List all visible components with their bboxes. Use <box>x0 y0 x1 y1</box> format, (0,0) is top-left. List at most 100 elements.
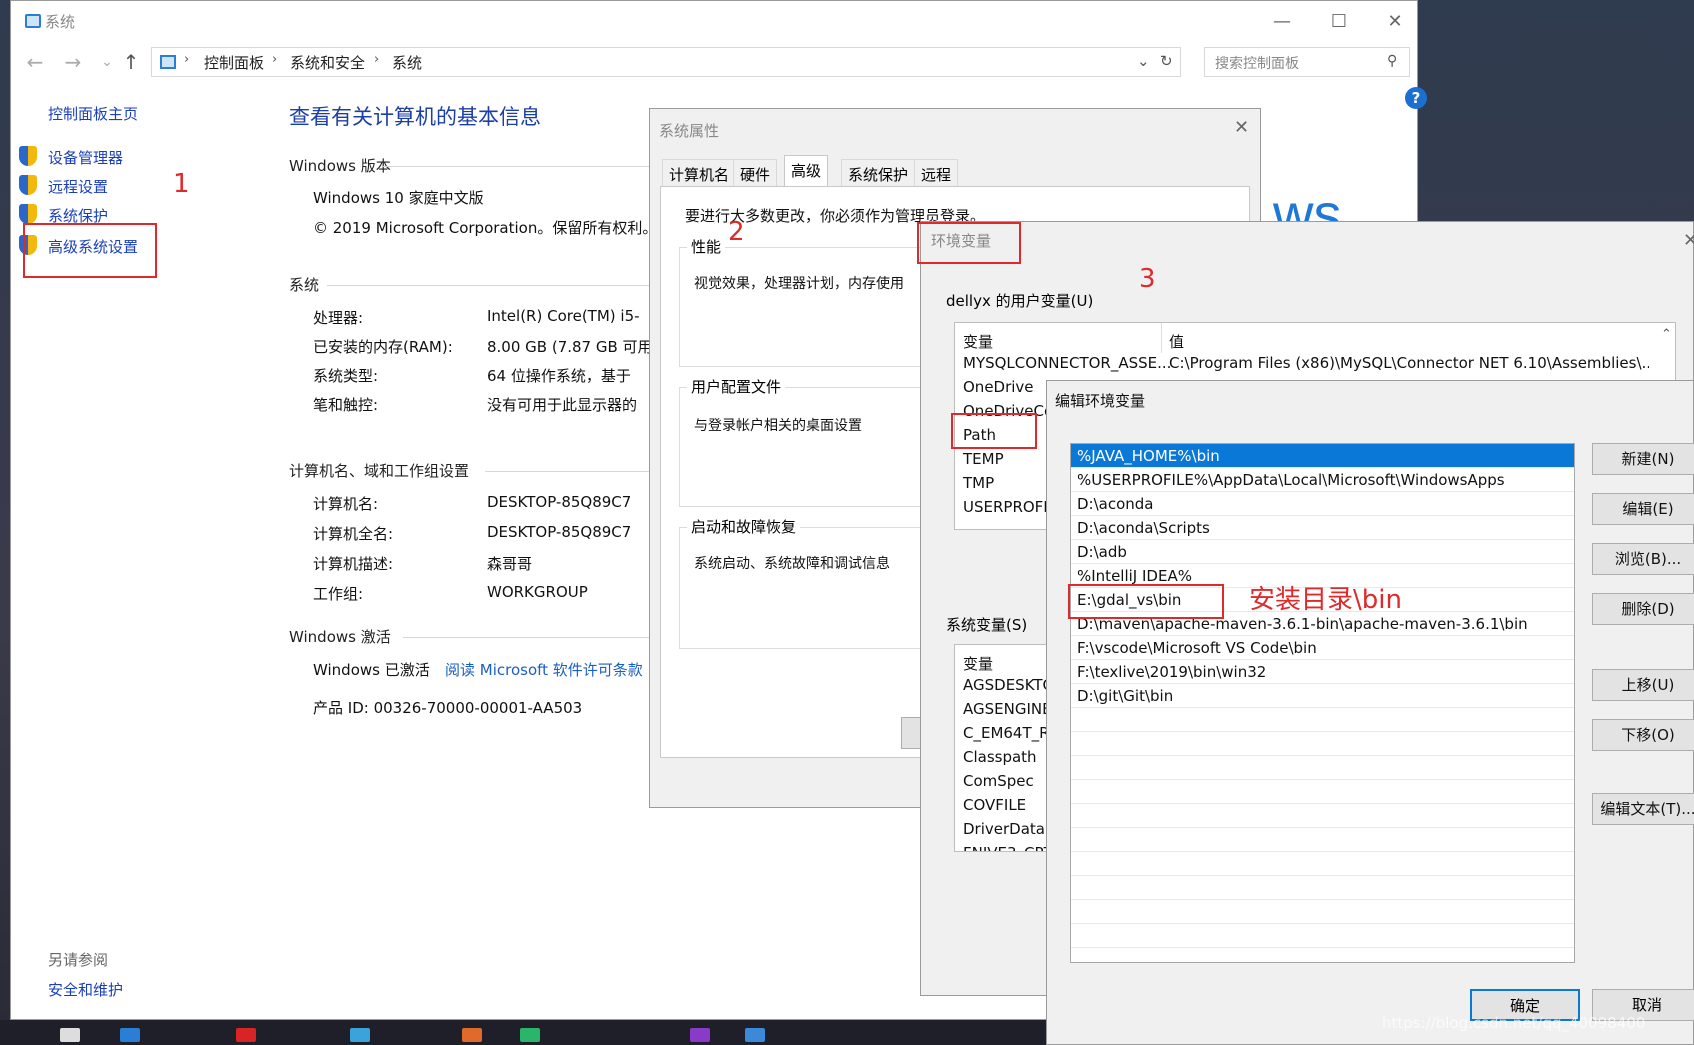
close-button[interactable]: ✕ <box>1367 7 1423 37</box>
delete-button[interactable]: 删除(D) <box>1592 593 1694 625</box>
address-bar[interactable]: › 控制面板 › 系统和安全 › 系统 ⌄ ↻ <box>151 47 1181 77</box>
taskbar-icon[interactable] <box>350 1028 370 1042</box>
search-placeholder: 搜索控制面板 <box>1215 56 1299 72</box>
empty-row[interactable] <box>1071 900 1574 924</box>
close-icon[interactable]: ✕ <box>1683 230 1694 251</box>
control-panel-icon <box>160 55 176 69</box>
scroll-up-icon[interactable]: ⌃ <box>1661 327 1672 342</box>
startup-recovery-text: 系统启动、系统故障和调试信息 <box>694 556 890 572</box>
processor-label: 处理器: <box>313 309 364 327</box>
window-title: 系统 <box>45 13 76 31</box>
chevron-right-icon: › <box>272 52 278 67</box>
list-item[interactable]: Classpath <box>963 748 1037 766</box>
list-item[interactable]: USERPROFIL <box>963 498 1056 516</box>
copyright-text: © 2019 Microsoft Corporation。保留所有权利。 <box>313 219 658 237</box>
back-arrow-icon[interactable]: ← <box>21 49 49 77</box>
maximize-button[interactable]: ☐ <box>1311 7 1367 37</box>
new-button[interactable]: 新建(N) <box>1592 443 1694 475</box>
refresh-icon[interactable]: ↻ <box>1160 52 1173 70</box>
list-item[interactable]: MYSQLCONNECTOR_ASSE... <box>963 354 1171 372</box>
taskbar-icon[interactable] <box>462 1028 482 1042</box>
search-icon: ⚲ <box>1387 53 1398 69</box>
tab-computer-name[interactable]: 计算机名 <box>662 159 737 187</box>
edit-button[interactable]: 编辑(E) <box>1592 493 1694 525</box>
breadcrumb-system[interactable]: 系统 <box>392 52 422 73</box>
column-header-variable[interactable]: 变量 <box>963 331 993 352</box>
tab-system-protection[interactable]: 系统保护 <box>841 159 916 187</box>
security-maintenance-link[interactable]: 安全和维护 <box>48 979 123 1000</box>
list-item[interactable]: F:\texlive\2019\bin\win32 <box>1071 660 1574 684</box>
divider <box>383 166 655 167</box>
system-type-label: 系统类型: <box>313 367 379 385</box>
description-label: 计算机描述: <box>313 555 394 573</box>
ram-label: 已安装的内存(RAM): <box>313 338 453 356</box>
edit-text-button[interactable]: 编辑文本(T)... <box>1592 793 1694 825</box>
empty-row[interactable] <box>1071 708 1574 732</box>
list-item[interactable]: DriverData <box>963 820 1045 838</box>
list-item[interactable]: COVFILE <box>963 796 1026 814</box>
annotation-box <box>23 223 157 278</box>
search-input[interactable]: 搜索控制面板 ⚲ <box>1204 47 1410 77</box>
taskbar-icon[interactable] <box>236 1028 256 1042</box>
see-also-heading: 另请参阅 <box>48 951 109 969</box>
taskbar-icon[interactable] <box>690 1028 710 1042</box>
help-icon[interactable]: ? <box>1405 87 1427 109</box>
move-up-button[interactable]: 上移(U) <box>1592 669 1694 701</box>
tab-remote[interactable]: 远程 <box>914 159 959 187</box>
user-vars-heading: dellyx 的用户变量(U) <box>946 292 1094 310</box>
list-item[interactable]: TEMP <box>963 450 1004 468</box>
list-item-value[interactable]: C:\Program Files (x86)\MySQL\Connector N… <box>1169 354 1649 372</box>
path-list[interactable]: %JAVA_HOME%\bin %USERPROFILE%\AppData\Lo… <box>1070 443 1575 963</box>
empty-row[interactable] <box>1071 804 1574 828</box>
taskbar-icon[interactable] <box>745 1028 765 1042</box>
list-item[interactable]: TMP <box>963 474 994 492</box>
breadcrumb-control-panel[interactable]: 控制面板 <box>204 52 264 73</box>
performance-text: 视觉效果，处理器计划，内存使用 <box>694 276 904 292</box>
list-item[interactable]: D:\git\Git\bin <box>1071 684 1574 708</box>
empty-row[interactable] <box>1071 756 1574 780</box>
list-item[interactable]: F:\vscode\Microsoft VS Code\bin <box>1071 636 1574 660</box>
up-arrow-icon[interactable]: ↑ <box>117 49 145 77</box>
move-down-button[interactable]: 下移(O) <box>1592 719 1694 751</box>
list-item[interactable]: AGSDESKTO <box>963 676 1054 694</box>
list-item[interactable]: D:\adb <box>1071 540 1574 564</box>
list-item[interactable]: C_EM64T_R <box>963 724 1050 742</box>
device-manager-link[interactable]: 设备管理器 <box>48 147 123 168</box>
chevron-down-icon[interactable]: ⌄ <box>1137 52 1150 70</box>
list-item-selected[interactable]: %JAVA_HOME%\bin <box>1071 444 1574 468</box>
divider <box>485 471 655 472</box>
list-item[interactable]: D:\aconda\Scripts <box>1071 516 1574 540</box>
list-item[interactable]: %USERPROFILE%\AppData\Local\Microsoft\Wi… <box>1071 468 1574 492</box>
dialog-title: 编辑环境变量 <box>1055 392 1146 410</box>
chevron-right-icon: › <box>374 52 380 67</box>
empty-row[interactable] <box>1071 876 1574 900</box>
close-icon[interactable]: ✕ <box>1234 117 1249 138</box>
list-item[interactable]: OneDrive <box>963 378 1034 396</box>
list-item[interactable]: FNIVE3_CPT <box>963 844 1053 851</box>
empty-row[interactable] <box>1071 732 1574 756</box>
forward-arrow-icon[interactable]: → <box>59 49 87 77</box>
control-panel-home-link[interactable]: 控制面板主页 <box>48 103 138 124</box>
column-header-variable[interactable]: 变量 <box>963 653 993 674</box>
browse-button[interactable]: 浏览(B)... <box>1592 543 1694 575</box>
empty-row[interactable] <box>1071 828 1574 852</box>
list-item[interactable]: ComSpec <box>963 772 1034 790</box>
remote-settings-link[interactable]: 远程设置 <box>48 176 108 197</box>
list-item[interactable]: D:\aconda <box>1071 492 1574 516</box>
edition-value: Windows 10 家庭中文版 <box>313 189 484 207</box>
column-divider <box>1161 323 1162 353</box>
empty-row[interactable] <box>1071 924 1574 948</box>
empty-row[interactable] <box>1071 852 1574 876</box>
taskbar-icon[interactable] <box>120 1028 140 1042</box>
list-item[interactable]: AGSENGINE <box>963 700 1052 718</box>
tab-hardware[interactable]: 硬件 <box>733 159 778 187</box>
minimize-button[interactable]: — <box>1254 7 1310 37</box>
taskbar-icon[interactable] <box>60 1028 80 1042</box>
column-header-value[interactable]: 值 <box>1169 331 1184 352</box>
empty-row[interactable] <box>1071 780 1574 804</box>
taskbar-icon[interactable] <box>520 1028 540 1042</box>
breadcrumb-security[interactable]: 系统和安全 <box>290 52 365 73</box>
tab-advanced[interactable]: 高级 <box>784 155 829 187</box>
license-terms-link[interactable]: 阅读 Microsoft 软件许可条款 <box>445 659 643 680</box>
shield-icon <box>19 146 37 166</box>
